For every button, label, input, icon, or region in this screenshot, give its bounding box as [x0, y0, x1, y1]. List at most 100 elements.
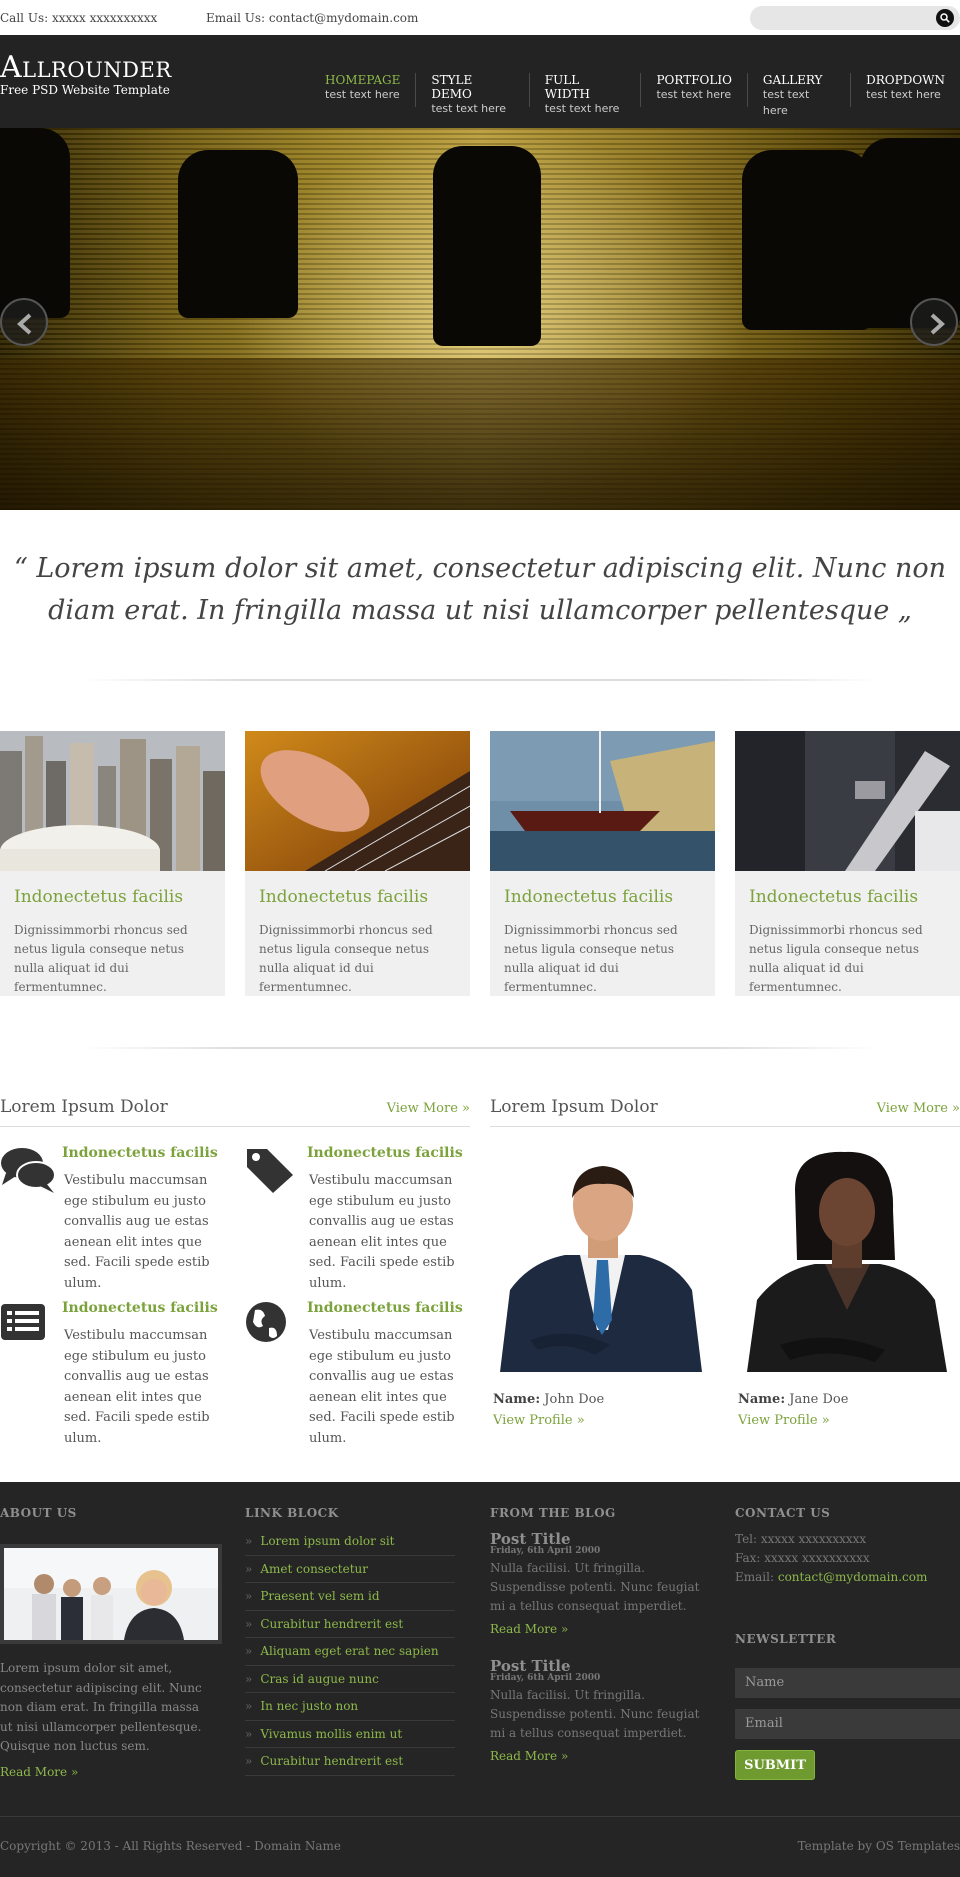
post-date: Friday, 6th April 2000 — [490, 1673, 601, 1683]
feature-card[interactable]: Indonectetus facilis Dignissimmorbi rhon… — [735, 731, 960, 996]
service-text: Vestibulu maccumsan ege stibulum eu just… — [64, 1328, 210, 1446]
newsletter-email-input[interactable]: Email — [735, 1709, 960, 1739]
service-title[interactable]: Indonectetus facilis — [62, 1145, 218, 1161]
search-button[interactable] — [936, 9, 954, 27]
feature-title: Indonectetus facilis — [14, 887, 184, 907]
post-read-more-link[interactable]: Read More » — [490, 1749, 715, 1763]
slider-next-button[interactable] — [910, 298, 958, 346]
list-icon — [0, 1300, 56, 1350]
nav-item-dropdown[interactable]: Dropdown test text here — [850, 73, 960, 107]
footer-link[interactable]: » Curabitur hendrerit est — [245, 1748, 455, 1776]
footer-heading: About Us — [0, 1506, 77, 1520]
feature-card[interactable]: Indonectetus facilis Dignissimmorbi rhon… — [245, 731, 470, 996]
service-title[interactable]: Indonectetus facilis — [307, 1145, 463, 1161]
services-view-more-link[interactable]: View More » — [387, 1101, 470, 1116]
footer-heading: Contact Us — [735, 1506, 831, 1520]
feature-text: Dignissimmorbi rhoncus sed netus ligula … — [14, 923, 188, 994]
feature-card[interactable]: Indonectetus facilis Dignissimmorbi rhon… — [0, 731, 225, 996]
nav-item-portfolio[interactable]: Portfolio test text here — [640, 73, 746, 107]
footer-link-label: In nec justo non — [260, 1699, 359, 1713]
service-title[interactable]: Indonectetus facilis — [62, 1300, 218, 1316]
contact-email-line: Email: contact@mydomain.com — [735, 1568, 927, 1587]
search-input[interactable] — [750, 6, 920, 30]
contact-details: Tel: xxxxx xxxxxxxxxx Fax: xxxxx xxxxxxx… — [735, 1530, 927, 1587]
footer-link-label: Curabitur hendrerit est — [260, 1754, 404, 1768]
service-text: Vestibulu maccumsan ege stibulum eu just… — [309, 1328, 455, 1446]
nav-sublabel: test text here — [866, 88, 941, 101]
feature-text: Dignissimmorbi rhoncus sed netus ligula … — [749, 923, 923, 994]
divider — [82, 679, 878, 681]
footer-link[interactable]: » Curabitur hendrerit est — [245, 1611, 455, 1638]
search-icon — [940, 13, 950, 23]
slider-prev-button[interactable] — [0, 298, 48, 346]
nav-label: Gallery — [762, 73, 823, 87]
contact-email-link[interactable]: contact@mydomain.com — [778, 1570, 928, 1584]
arrow-right-icon — [930, 313, 945, 335]
newsletter-heading: Newsletter — [735, 1632, 837, 1646]
bullet-icon: » — [245, 1589, 253, 1603]
feature-title: Indonectetus facilis — [259, 887, 429, 907]
intro-quote: “ Lorem ipsum dolor sit amet, consectetu… — [13, 553, 946, 626]
footer-link[interactable]: » Aliquam eget erat nec sapien — [245, 1638, 455, 1666]
feature-title: Indonectetus facilis — [749, 887, 919, 907]
search-box — [750, 6, 960, 30]
footer-link[interactable]: » In nec justo non — [245, 1693, 455, 1721]
services-header: Lorem Ipsum Dolor View More » — [0, 1097, 470, 1127]
blog-post: Post Title Friday, 6th April 2000 Nulla … — [490, 1657, 715, 1763]
footer-heading: Link Block — [245, 1506, 339, 1520]
hero-slider — [0, 128, 960, 510]
slider-chair — [860, 138, 960, 328]
post-read-more-link[interactable]: Read More » — [490, 1622, 715, 1636]
about-image — [0, 1544, 222, 1644]
member-name-label: Name: — [493, 1392, 541, 1407]
nav-item-homepage[interactable]: Homepage test text here — [310, 73, 415, 107]
footer-links: Link Block » Lorem ipsum dolor sit » Amet … — [245, 1506, 455, 1806]
footer-link[interactable]: » Lorem ipsum dolor sit — [245, 1528, 455, 1556]
footer-link-label: Aliquam eget erat nec sapien — [260, 1644, 439, 1658]
footer-link-label: Praesent vel sem id — [260, 1589, 380, 1603]
team-heading: Lorem Ipsum Dolor — [490, 1097, 658, 1117]
footer-link-label: Vivamus mollis enim ut — [260, 1726, 403, 1741]
footer-link[interactable]: » Cras id augue nunc — [245, 1666, 455, 1693]
view-profile-link[interactable]: View Profile » — [738, 1413, 960, 1428]
newsletter-submit-button[interactable]: SUBMIT — [735, 1750, 815, 1780]
member-name-line: Name: Jane Doe — [738, 1392, 960, 1407]
template-credit-link[interactable]: Template by OS Templates — [798, 1839, 960, 1853]
footer-link-label: Amet consectetur — [260, 1561, 368, 1576]
post-excerpt: Nulla facilisi. Ut fringilla. Suspendiss… — [490, 1688, 700, 1740]
slider-chair — [742, 150, 872, 330]
view-profile-link[interactable]: View Profile » — [493, 1413, 715, 1428]
bullet-icon: » — [245, 1616, 253, 1631]
footer-link[interactable]: » Praesent vel sem id — [245, 1583, 455, 1611]
feature-card[interactable]: Indonectetus facilis Dignissimmorbi rhon… — [490, 731, 715, 996]
about-read-more-link[interactable]: Read More » — [0, 1765, 78, 1779]
nav-item-style-demo[interactable]: Style Demo test text here — [415, 73, 528, 115]
tags-icon — [245, 1145, 301, 1195]
service-title[interactable]: Indonectetus facilis — [307, 1300, 463, 1316]
footer-link-label: Curabitur hendrerit est — [260, 1616, 404, 1631]
phone-info: Call Us: xxxxx xxxxxxxxxx — [0, 11, 158, 25]
feature-text: Dignissimmorbi rhoncus sed netus ligula … — [259, 923, 433, 994]
newsletter-name-input[interactable]: Name — [735, 1668, 960, 1698]
footer-contact: Contact Us Tel: xxxxx xxxxxxxxxx Fax: xx… — [735, 1506, 960, 1816]
copyright-text: Copyright © 2013 - All Rights Reserved -… — [0, 1839, 342, 1853]
slider-chair — [178, 150, 298, 318]
globe-icon — [245, 1300, 301, 1350]
nav-item-full-width[interactable]: Full Width test text here — [528, 73, 641, 115]
member-name-line: Name: John Doe — [493, 1392, 715, 1407]
footer-link[interactable]: » Vivamus mollis enim ut — [245, 1721, 455, 1748]
feature-image-city — [0, 731, 225, 871]
service-text: Vestibulu maccumsan ege stibulum eu just… — [309, 1173, 455, 1291]
bullet-icon: » — [245, 1561, 253, 1576]
nav-label: Homepage — [325, 73, 401, 87]
team-header: Lorem Ipsum Dolor View More » — [490, 1097, 960, 1127]
footer-link-label: Cras id augue nunc — [260, 1671, 379, 1686]
site-logo[interactable]: Allrounder Free PSD Website Template — [0, 50, 172, 98]
arrow-left-icon — [17, 313, 32, 335]
nav-label: Dropdown — [866, 73, 946, 87]
footer-link[interactable]: » Amet consectetur — [245, 1556, 455, 1583]
team-view-more-link[interactable]: View More » — [877, 1101, 960, 1116]
logo-text: Allrounder — [0, 50, 172, 85]
bullet-icon: » — [245, 1726, 253, 1741]
nav-item-gallery[interactable]: Gallery test text here — [746, 73, 850, 117]
